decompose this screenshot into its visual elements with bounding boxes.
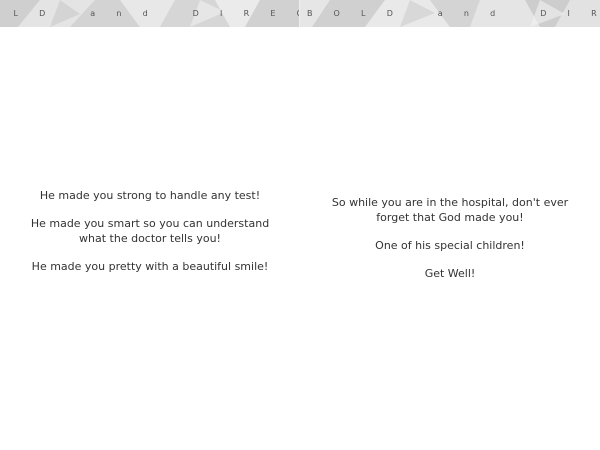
left-page: OLD and DIRECT He made you strong to han… — [0, 0, 300, 450]
right-page: BOLD and DIREC So while you are in the h… — [300, 0, 600, 450]
message-line: So while you are in the hospital, don't … — [331, 196, 569, 224]
right-message: So while you are in the hospital, don't … — [300, 195, 600, 281]
page-divider — [299, 0, 300, 27]
header-banner-left: OLD and DIRECT — [0, 0, 300, 27]
banner-title: OLD and DIRECT — [0, 9, 300, 18]
message-line: He made you pretty with a beautiful smil… — [31, 260, 269, 273]
message-line: One of his special children! — [375, 239, 525, 252]
header-banner-right: BOLD and DIREC — [300, 0, 600, 27]
banner-title: BOLD and DIREC — [307, 9, 600, 18]
left-message: He made you strong to handle any test! H… — [0, 188, 300, 274]
message-line: He made you smart so you can understand … — [30, 217, 270, 245]
message-line: He made you strong to handle any test! — [39, 189, 261, 202]
message-line: Get Well! — [424, 267, 476, 280]
